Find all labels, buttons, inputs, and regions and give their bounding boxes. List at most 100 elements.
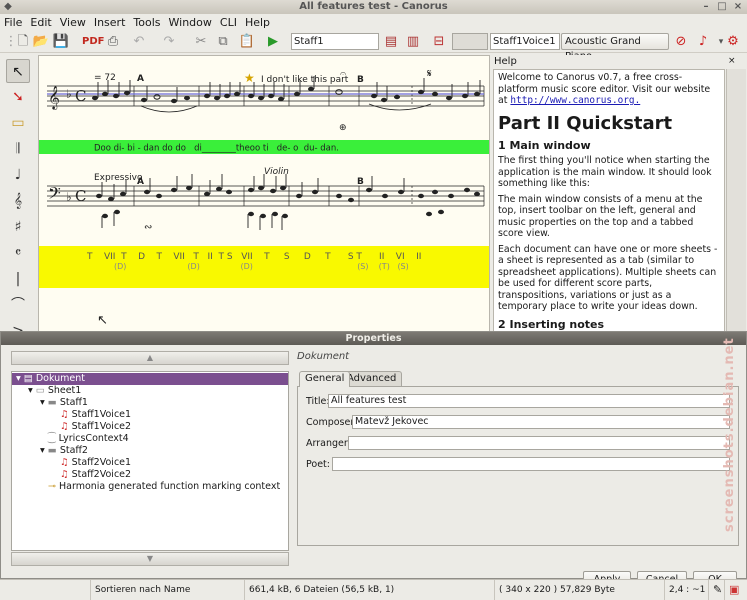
help-close-icon[interactable]: ×: [728, 56, 736, 66]
app-menu-icon[interactable]: ◆: [2, 1, 14, 13]
voice-icon: ♫: [60, 409, 69, 420]
voice-name-field[interactable]: Staff1Voice1: [490, 33, 560, 50]
poet-field[interactable]: [332, 457, 730, 471]
tab-advanced[interactable]: Advanced: [341, 371, 403, 386]
menu-insert[interactable]: Insert: [90, 14, 130, 31]
document-tree[interactable]: ▾ ▤ Dokument ▾ ▭ Sheet1 ▾ ▬ Staff1 ♫ Sta…: [11, 371, 289, 551]
score-canvas[interactable]: 𝄞 ♭ C = 72 A ★ I don't like this part B …: [39, 56, 490, 335]
context-name-field[interactable]: Staff1: [291, 33, 379, 50]
tree-row-lyricscontext4[interactable]: ⁐ LyricsContext4: [48, 433, 129, 445]
help-part-title: Part II Quickstart: [498, 112, 673, 134]
help-intro: Welcome to Canorus v0.7, a free cross-pl…: [498, 72, 711, 106]
tree-row-sheet1[interactable]: ▾ ▭ Sheet1: [28, 385, 81, 397]
insert-note-icon[interactable]: ♩: [6, 163, 30, 187]
new-document-icon[interactable]: 🗋: [14, 33, 32, 51]
arranger-label: Arranger:: [306, 438, 351, 449]
insert-time-signature-icon[interactable]: 𝄴: [6, 241, 30, 265]
save-icon[interactable]: 💾: [52, 33, 70, 51]
tree-row-function-marking[interactable]: ⊸ Harmonia generated function marking co…: [48, 481, 280, 493]
time-signature-c-2: C: [75, 187, 86, 205]
tree-row-staff1voice2[interactable]: ♫ Staff1Voice2: [60, 421, 131, 433]
tab-general[interactable]: General: [299, 371, 351, 387]
tree-row-staff1voice1[interactable]: ♫ Staff1Voice1: [60, 409, 131, 421]
properties-title: Properties: [345, 333, 402, 344]
properties-dialog: Properties ▲ ▾ ▤ Dokument ▾ ▭ Sheet1 ▾ ▬…: [0, 331, 747, 588]
insert-clef-icon[interactable]: 𝄞: [6, 189, 30, 213]
insert-key-signature-icon[interactable]: ♯: [6, 215, 30, 239]
help-content[interactable]: Welcome to Canorus v0.7, a free cross-pl…: [493, 69, 725, 335]
composer-field[interactable]: Matevž Jekovec: [352, 415, 730, 429]
help-title: Help: [494, 56, 517, 67]
print-icon[interactable]: ⎙: [104, 33, 122, 51]
menu-cli[interactable]: CLI: [216, 14, 241, 31]
insert-context-icon[interactable]: ▭: [6, 111, 30, 135]
help-scrollbar[interactable]: [726, 69, 746, 335]
help-heading-inserting-notes: 2 Inserting notes: [498, 317, 605, 331]
title-field[interactable]: All features test: [328, 394, 730, 408]
tree-scroll-up-button[interactable]: ▲: [11, 351, 289, 365]
new-staff-icon[interactable]: ▤: [382, 33, 400, 51]
instrument-select[interactable]: Acoustic Grand Piano: [561, 33, 669, 62]
image-icon[interactable]: ▣: [724, 580, 746, 600]
export-pdf-icon[interactable]: PDF: [82, 33, 104, 51]
function-marking-line: T VII T D T VII T II T S VII T S D T S T…: [86, 252, 421, 262]
menu-view[interactable]: View: [56, 14, 90, 31]
tree-row-label: Staff2Voice2: [71, 469, 132, 480]
tree-row-label: Staff1: [59, 397, 88, 408]
voice-settings-icon[interactable]: ⚙: [724, 33, 742, 51]
remove-voice-icon[interactable]: ⊘: [672, 33, 690, 51]
open-folder-icon[interactable]: 📂: [32, 33, 50, 51]
empty-field[interactable]: [452, 33, 488, 50]
menu-window[interactable]: Window: [165, 14, 216, 31]
menu-tools[interactable]: Tools: [129, 14, 164, 31]
redo-icon[interactable]: ↷: [160, 33, 178, 51]
status-size: 661,4 kB, 6 Dateien (56,5 kB, 1): [244, 580, 494, 600]
score-view[interactable]: 𝄞 ♭ C = 72 A ★ I don't like this part B …: [38, 55, 490, 335]
website-link[interactable]: http://www.canorus.org.: [510, 95, 640, 106]
insert-barline-icon[interactable]: 𝄂: [6, 137, 30, 161]
help-paragraph-3: Each document can have one or more sheet…: [498, 243, 718, 313]
select-mode-icon[interactable]: ↖: [6, 59, 30, 83]
status-bar: Sortieren nach Name 661,4 kB, 6 Dateien …: [0, 579, 747, 600]
tree-scroll-down-button[interactable]: ▼: [11, 552, 289, 566]
insert-mode-icon[interactable]: ➘: [6, 85, 30, 109]
menu-help[interactable]: Help: [241, 14, 274, 31]
minimize-icon[interactable]: –: [700, 1, 712, 13]
rehearsal-mark-a1: A: [137, 74, 144, 84]
slur-2: [368, 103, 432, 111]
pen-icon[interactable]: ✎: [708, 580, 724, 600]
menu-edit[interactable]: Edit: [26, 14, 55, 31]
remove-context-icon[interactable]: ⊟: [430, 33, 448, 51]
mouse-cursor: ↖: [97, 313, 108, 328]
status-empty: [0, 580, 90, 600]
main-toolbar: ⋮ 🗋 📂 💾 PDF ⎙ ↶ ↷ ✂ ⧉ 📋 ▶ Staff1 ▤ ▥ ⊟ S…: [0, 31, 747, 62]
window-title: All features test - Canorus: [299, 1, 448, 12]
tree-row-staff2voice2[interactable]: ♫ Staff2Voice2: [60, 469, 131, 481]
help-paragraph-1: The first thing you'll notice when start…: [498, 155, 712, 189]
tree-row-dokument[interactable]: ▾ ▤ Dokument: [12, 373, 288, 385]
title-label: Title:: [306, 396, 330, 407]
stem-direction-icon[interactable]: ♪: [694, 33, 712, 51]
staff-1: [47, 85, 485, 107]
paste-icon[interactable]: 📋: [238, 33, 256, 51]
maximize-icon[interactable]: □: [716, 1, 728, 13]
undo-icon[interactable]: ↶: [130, 33, 148, 51]
insert-barline-type-icon[interactable]: |: [6, 267, 30, 291]
document-tree-panel: ▲ ▾ ▤ Dokument ▾ ▭ Sheet1 ▾ ▬ Staff1 ♫ S…: [11, 351, 289, 566]
tree-row-staff2[interactable]: ▾ ▬ Staff2: [40, 445, 88, 457]
score-annotation: I don't like this part: [261, 75, 349, 85]
cut-icon[interactable]: ✂: [192, 33, 210, 51]
menu-file[interactable]: File: [0, 14, 26, 31]
tree-row-staff1[interactable]: ▾ ▬ Staff1: [40, 397, 88, 409]
arranger-field[interactable]: [348, 436, 730, 450]
new-voice-icon[interactable]: ▥: [404, 33, 422, 51]
close-icon[interactable]: ×: [732, 1, 744, 13]
tree-row-label: Staff2Voice1: [71, 457, 132, 468]
play-icon[interactable]: ▶: [264, 33, 282, 51]
tree-row-staff2voice1[interactable]: ♫ Staff2Voice1: [60, 457, 131, 469]
segno-1: 𝄋: [427, 67, 432, 80]
copy-icon[interactable]: ⧉: [214, 33, 232, 51]
insert-slur-icon[interactable]: ⌒: [6, 293, 30, 317]
star-icon: ★: [244, 71, 255, 85]
rehearsal-mark-b2: B: [357, 177, 364, 187]
